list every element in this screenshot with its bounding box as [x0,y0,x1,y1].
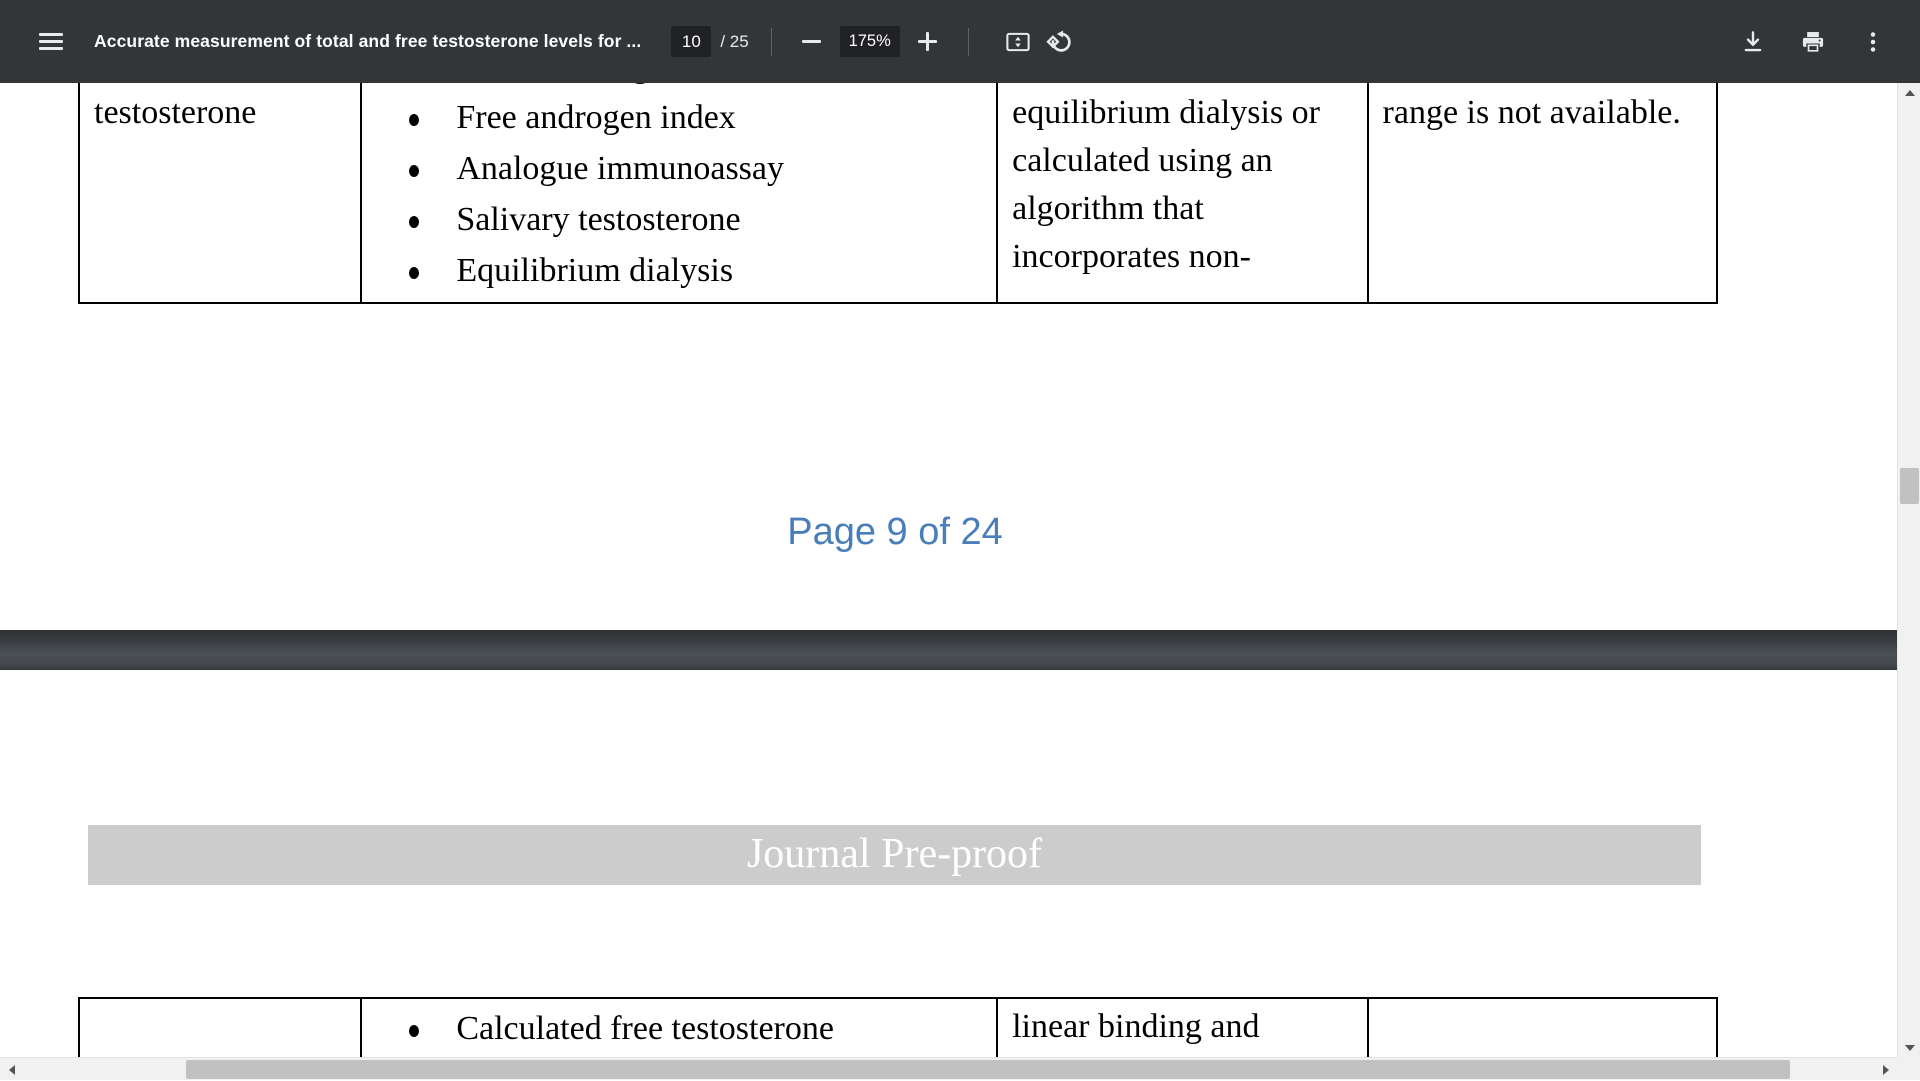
download-icon [1740,29,1766,55]
scroll-down-button[interactable] [1898,1038,1920,1058]
list-item: Salivary testosterone [376,194,982,245]
page-total-label: / 25 [720,32,748,52]
table-cell-analyte: Freetestosterone [79,83,361,303]
reference-text: Harmonized reference range is not availa… [1369,83,1716,143]
zoom-in-button[interactable] [910,24,946,60]
page-navigation-group: / 25 [671,26,748,57]
reference-text [1369,999,1716,1009]
pdf-document-viewport[interactable]: Freetestosterone Ultracentrifugation Fre… [0,83,1897,1080]
sidebar-toggle-button[interactable] [30,21,72,63]
table-cell-comment: Measured using equilibrium dialysis or c… [997,83,1367,303]
page-separator-band [0,630,1897,670]
methods-list-wrapper: Calculated free testosterone [362,999,996,1060]
horizontal-scrollbar[interactable] [0,1057,1897,1080]
vertical-scrollbar-thumb[interactable] [1900,468,1919,504]
hamburger-menu-icon [39,33,63,50]
list-item: Free androgen index [376,92,982,143]
table-cell-reference: Harmonized reference range is not availa… [1368,83,1717,303]
view-tools-group [997,21,1081,63]
zoom-level-display[interactable]: 175% [840,26,900,57]
scroll-up-button[interactable] [1898,83,1920,103]
scroll-up-arrow-icon [1905,90,1915,96]
scroll-left-arrow-icon [9,1065,15,1075]
pdf-page-10: l. Journal Pre-proof Calculated free tes… [0,670,1897,1080]
zoom-controls-group: 175% [794,24,946,60]
table-cell-methods: Ultracentrifugation Free androgen index … [361,83,997,303]
list-item: Analogue immunoassay [376,143,982,194]
pdf-viewer-toolbar: Accurate measurement of total and free t… [0,0,1920,83]
print-button[interactable] [1792,21,1834,63]
fit-to-page-button[interactable] [997,21,1039,63]
scroll-right-button[interactable] [1874,1058,1897,1081]
list-item: Equilibrium dialysis [376,245,982,296]
scroll-right-arrow-icon [1883,1065,1889,1075]
pdf-page-9: Freetestosterone Ultracentrifugation Fre… [0,83,1897,630]
document-title: Accurate measurement of total and free t… [94,31,641,52]
list-item: Ultracentrifugation [376,83,982,92]
analyte-text: Freetestosterone [80,83,360,143]
methods-list: Calculated free testosterone [376,1003,982,1054]
toolbar-divider-2 [968,28,969,56]
fit-to-page-icon [1005,29,1031,55]
scroll-down-arrow-icon [1905,1045,1915,1051]
rotate-counterclockwise-icon [1046,28,1073,55]
scroll-left-button[interactable] [0,1058,23,1081]
more-vertical-icon [1860,29,1886,55]
toolbar-divider-1 [771,28,772,56]
journal-preproof-watermark: Journal Pre-proof [88,822,1701,886]
download-button[interactable] [1732,21,1774,63]
minus-icon [802,40,821,43]
scrollbar-corner [1897,1057,1920,1080]
list-item: Calculated free testosterone [376,1003,982,1054]
more-options-button[interactable] [1852,21,1894,63]
zoom-out-button[interactable] [794,24,830,60]
comment-text: Measured using equilibrium dialysis or c… [998,83,1366,287]
rotate-button[interactable] [1039,21,1081,63]
horizontal-scrollbar-thumb[interactable] [186,1060,1790,1079]
page-label: Page 9 of 24 [0,511,1790,554]
table-row: Freetestosterone Ultracentrifugation Fre… [79,83,1717,303]
methods-list-wrapper: Ultracentrifugation Free androgen index … [362,83,996,302]
toolbar-right-actions [1714,21,1894,63]
document-table-top: Freetestosterone Ultracentrifugation Fre… [78,83,1718,304]
plus-icon [918,32,937,51]
vertical-scrollbar[interactable] [1897,83,1920,1080]
methods-list: Ultracentrifugation Free androgen index … [376,83,982,296]
analyte-text [80,999,360,1009]
print-icon [1800,29,1826,55]
page-number-input[interactable] [671,26,711,57]
